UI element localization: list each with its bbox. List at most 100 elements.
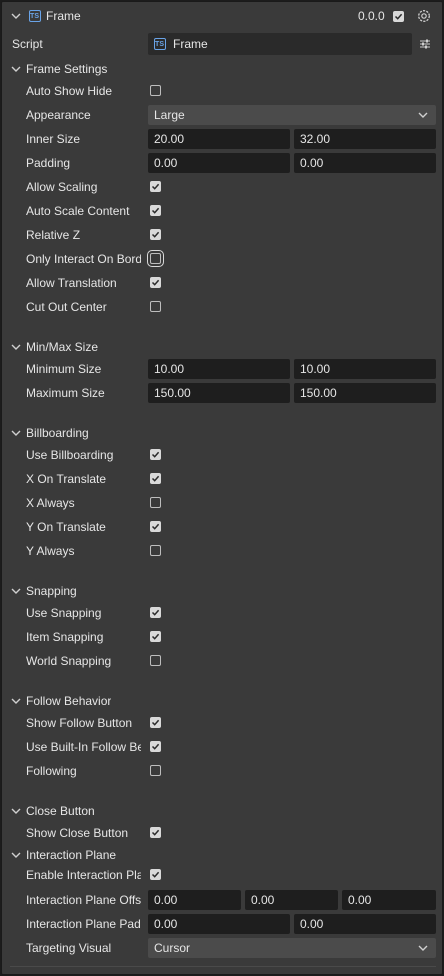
inner-size-y-field[interactable]: 32.00	[294, 129, 436, 149]
use-billboarding-checkbox[interactable]	[150, 449, 161, 460]
chevron-down-icon[interactable]	[10, 427, 22, 439]
relative-z-checkbox[interactable]	[150, 229, 161, 240]
y-always-row: Y Always	[2, 539, 442, 563]
following-checkbox[interactable]	[150, 765, 161, 776]
enable-interaction-plane-checkbox[interactable]	[150, 869, 161, 880]
prop-label: Minimum Size	[26, 362, 102, 376]
prop-label: Following	[26, 764, 77, 778]
x-on-translate-row: X On Translate	[2, 467, 442, 491]
show-close-button-checkbox[interactable]	[150, 827, 161, 838]
relative-z-row: Relative Z	[2, 223, 442, 247]
chevron-down-icon[interactable]	[10, 805, 22, 817]
padding-y-field[interactable]: 0.00	[294, 153, 436, 173]
component-header[interactable]: TS Frame 0.0.0	[2, 4, 442, 28]
prop-label: Allow Translation	[26, 276, 117, 290]
interaction-plane-offset-y-field[interactable]: 0.00	[245, 890, 338, 910]
interaction-plane-offset-x-field[interactable]: 0.00	[148, 890, 241, 910]
script-value: Frame	[173, 37, 208, 51]
item-snapping-checkbox[interactable]	[150, 631, 161, 642]
inner-size-x-field[interactable]: 20.00	[148, 129, 290, 149]
section-snapping[interactable]: Snapping	[2, 579, 442, 603]
maximum-size-y-field[interactable]: 150.00	[294, 383, 436, 403]
typescript-icon: TS	[154, 38, 166, 50]
prop-label: Padding	[26, 156, 71, 170]
interaction-plane-padding-x-field[interactable]: 0.00	[148, 914, 290, 934]
frame-inspector-panel: TS Frame 0.0.0 Script TS Frame Frame Set…	[1, 1, 443, 975]
sliders-icon[interactable]	[419, 38, 431, 50]
chevron-down-icon	[418, 112, 428, 118]
auto-show-hide-checkbox[interactable]	[150, 85, 161, 96]
allow-scaling-checkbox[interactable]	[150, 181, 161, 192]
section-title: Snapping	[26, 584, 77, 598]
show-close-button-row: Show Close Button	[2, 821, 442, 845]
script-row: Script TS Frame	[2, 32, 442, 56]
component-enabled-checkbox[interactable]	[393, 11, 404, 22]
use-builtin-follow-checkbox[interactable]	[150, 741, 161, 752]
prop-label: X On Translate	[26, 472, 107, 486]
x-always-row: X Always	[2, 491, 442, 515]
gear-icon[interactable]	[417, 9, 431, 23]
divider	[10, 966, 436, 967]
allow-translation-checkbox[interactable]	[150, 277, 161, 288]
chevron-down-icon[interactable]	[10, 585, 22, 597]
inner-size-row: Inner Size 20.00 32.00	[2, 127, 442, 151]
minimum-size-y-field[interactable]: 10.00	[294, 359, 436, 379]
minimum-size-x-field[interactable]: 10.00	[148, 359, 290, 379]
prop-label: Only Interact On Border	[26, 252, 141, 266]
script-label: Script	[12, 37, 43, 51]
chevron-down-icon[interactable]	[10, 849, 22, 861]
cut-out-center-checkbox[interactable]	[150, 301, 161, 312]
only-interact-on-border-checkbox[interactable]	[147, 250, 164, 267]
allow-translation-row: Allow Translation	[2, 271, 442, 295]
section-min-max-size[interactable]: Min/Max Size	[2, 335, 442, 359]
y-on-translate-checkbox[interactable]	[150, 521, 161, 532]
prop-label: X Always	[26, 496, 75, 510]
allow-scaling-row: Allow Scaling	[2, 175, 442, 199]
y-always-checkbox[interactable]	[150, 545, 161, 556]
section-title: Frame Settings	[26, 62, 108, 76]
enable-interaction-plane-row: Enable Interaction Plane	[2, 863, 442, 887]
prop-label: Appearance	[26, 108, 91, 122]
chevron-down-icon[interactable]	[10, 63, 22, 75]
prop-label: Y Always	[26, 544, 75, 558]
prop-label: Item Snapping	[26, 630, 104, 644]
prop-label: Auto Show Hide	[26, 84, 113, 98]
section-close-button[interactable]: Close Button	[2, 799, 442, 823]
section-frame-settings[interactable]: Frame Settings	[2, 57, 442, 81]
prop-label: Auto Scale Content	[26, 204, 130, 218]
section-title: Close Button	[26, 804, 95, 818]
maximum-size-row: Maximum Size 150.00 150.00	[2, 381, 442, 405]
use-builtin-follow-row: Use Built-In Follow Behavior	[2, 735, 442, 759]
show-follow-button-checkbox[interactable]	[150, 717, 161, 728]
prop-label: Use Snapping	[26, 606, 102, 620]
show-follow-button-row: Show Follow Button	[2, 711, 442, 735]
interaction-plane-offset-row: Interaction Plane Offset 0.00 0.00 0.00	[2, 888, 442, 912]
targeting-visual-dropdown[interactable]: Cursor	[148, 938, 436, 958]
only-interact-on-border-row: Only Interact On Border	[2, 247, 442, 271]
chevron-down-icon[interactable]	[10, 341, 22, 353]
script-field[interactable]: TS Frame	[148, 33, 412, 55]
cut-out-center-row: Cut Out Center	[2, 295, 442, 319]
maximum-size-x-field[interactable]: 150.00	[148, 383, 290, 403]
use-snapping-checkbox[interactable]	[150, 607, 161, 618]
world-snapping-checkbox[interactable]	[150, 655, 161, 666]
minimum-size-row: Minimum Size 10.00 10.00	[2, 357, 442, 381]
section-billboarding[interactable]: Billboarding	[2, 421, 442, 445]
chevron-down-icon[interactable]	[10, 10, 22, 22]
interaction-plane-padding-y-field[interactable]: 0.00	[294, 914, 436, 934]
prop-label: Use Billboarding	[26, 448, 114, 462]
interaction-plane-padding-row: Interaction Plane Padding 0.00 0.00	[2, 912, 442, 936]
x-always-checkbox[interactable]	[150, 497, 161, 508]
appearance-dropdown[interactable]: Large	[148, 105, 436, 125]
x-on-translate-checkbox[interactable]	[150, 473, 161, 484]
padding-x-field[interactable]: 0.00	[148, 153, 290, 173]
interaction-plane-offset-z-field[interactable]: 0.00	[342, 890, 436, 910]
auto-scale-content-checkbox[interactable]	[150, 205, 161, 216]
section-follow-behavior[interactable]: Follow Behavior	[2, 689, 442, 713]
use-snapping-row: Use Snapping	[2, 601, 442, 625]
chevron-down-icon[interactable]	[10, 695, 22, 707]
section-title: Billboarding	[26, 426, 89, 440]
targeting-visual-row: Targeting Visual Cursor	[2, 936, 442, 960]
following-row: Following	[2, 759, 442, 783]
prop-label: World Snapping	[26, 654, 112, 668]
